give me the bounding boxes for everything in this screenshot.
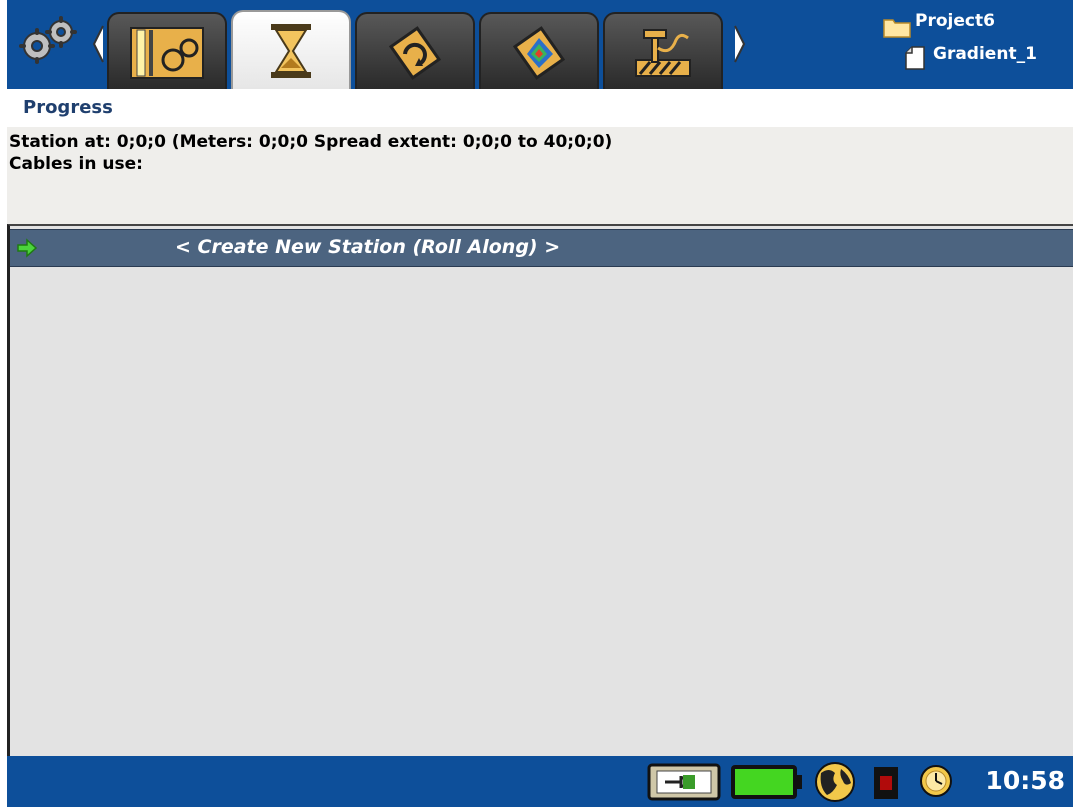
green-arrow-icon [16,238,38,262]
station-info-panel: Station at: 0;0;0 (Meters: 0;0;0 Spread … [7,127,1073,224]
scroll-right-icon[interactable] [733,24,747,68]
page-title: Progress [23,97,113,118]
tab-roll-along[interactable] [355,12,475,89]
station-list: < Create New Station (Roll Along) > [7,224,1073,756]
gps-globe-icon[interactable] [813,761,857,807]
cables-in-use-text: Cables in use: [9,154,143,174]
project-name[interactable]: Project6 [915,11,995,31]
top-toolbar: Project6 Gradient_1 [7,0,1073,89]
scroll-left-icon[interactable] [91,24,105,68]
file-icon [905,46,925,75]
status-bar: 10:58 [7,756,1073,807]
station-status-text: Station at: 0;0;0 (Meters: 0;0;0 Spread … [9,132,613,152]
record-indicator-icon[interactable] [873,766,899,804]
progress-header: Progress [7,89,1073,127]
folder-icon [883,16,911,43]
power-plug-icon[interactable] [647,761,721,805]
battery-icon[interactable] [729,761,803,805]
settings-gear-icon[interactable] [17,14,81,70]
app-window: Project6 Gradient_1 Progress Station at:… [0,0,1073,807]
tab-progress[interactable] [231,10,351,89]
list-item[interactable]: < Create New Station (Roll Along) > [10,229,1073,267]
clock-icon[interactable] [919,764,953,802]
time-display: 10:58 [985,766,1065,795]
create-new-station-label: < Create New Station (Roll Along) > [175,236,561,258]
tab-electrodes[interactable] [603,12,723,89]
project-info: Project6 Gradient_1 [863,6,1063,82]
tab-spread-settings[interactable] [107,12,227,89]
tab-map-view[interactable] [479,12,599,89]
file-name[interactable]: Gradient_1 [933,44,1037,64]
